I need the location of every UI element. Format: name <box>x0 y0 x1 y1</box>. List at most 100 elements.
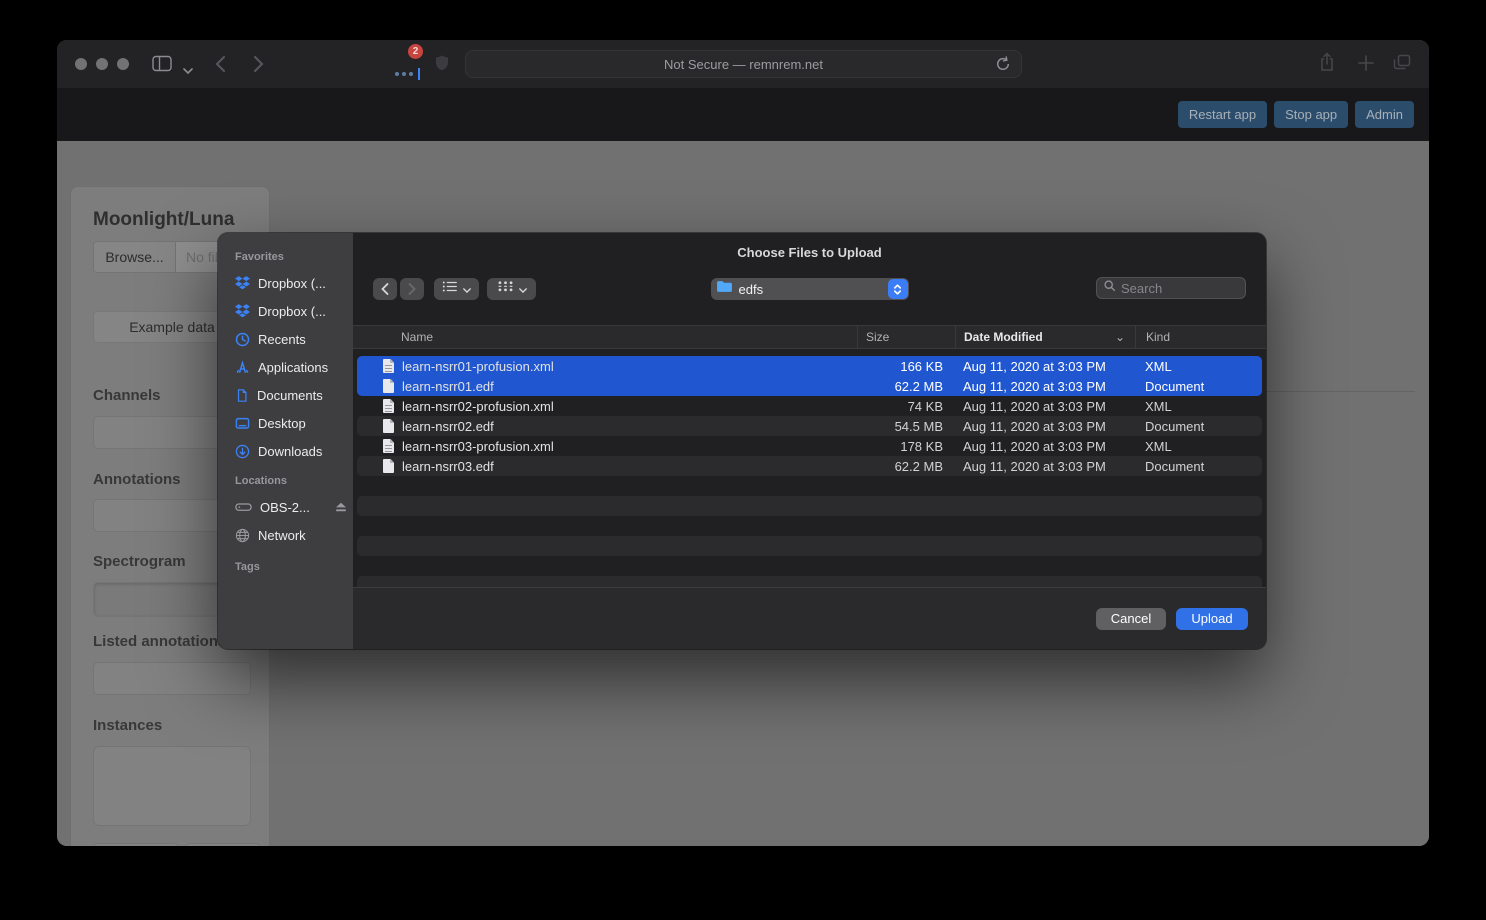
traffic-light-zoom[interactable] <box>117 58 129 70</box>
sidebar-item-applications[interactable]: Applications <box>235 353 353 381</box>
folder-icon <box>716 280 733 298</box>
folder-dropdown[interactable]: edfs <box>711 278 909 300</box>
new-tab-icon[interactable] <box>1357 54 1375 77</box>
sidebar-item-label: Network <box>258 528 306 543</box>
table-row[interactable]: learn-nsrr03.edf 62.2 MB Aug 11, 2020 at… <box>357 456 1262 476</box>
instances-label: Instances <box>93 717 162 734</box>
column-header-label: Date Modified <box>964 330 1043 344</box>
empty-row <box>357 536 1262 556</box>
file-name: learn-nsrr02-profusion.xml <box>402 399 554 414</box>
table-row[interactable]: learn-nsrr03-profusion.xml 178 KB Aug 11… <box>357 436 1262 456</box>
file-date: Aug 11, 2020 at 3:03 PM <box>955 439 1135 454</box>
stop-app-button[interactable]: Stop app <box>1274 101 1348 128</box>
table-row[interactable]: learn-nsrr01.edf 62.2 MB Aug 11, 2020 at… <box>357 376 1262 396</box>
column-header-size[interactable]: Size <box>857 326 955 348</box>
empty-row <box>357 556 1262 576</box>
file-date: Aug 11, 2020 at 3:03 PM <box>955 399 1135 414</box>
re-epoch-button[interactable]: Re-epoch <box>93 843 178 846</box>
file-size: 54.5 MB <box>857 419 955 434</box>
shield-icon[interactable] <box>435 54 449 76</box>
sidebar-item-dropbox-2[interactable]: Dropbox (... <box>235 297 353 325</box>
forward-icon[interactable] <box>253 55 264 78</box>
desktop-icon <box>235 416 250 431</box>
traffic-light-close[interactable] <box>75 58 87 70</box>
address-bar[interactable]: Not Secure — remnrem.net <box>465 50 1022 78</box>
appstore-icon <box>235 360 250 375</box>
upload-button[interactable]: Upload <box>1176 608 1248 630</box>
sidebar-item-recents[interactable]: Recents <box>235 325 353 353</box>
sidebar-item-dropbox-1[interactable]: Dropbox (... <box>235 269 353 297</box>
admin-button[interactable]: Admin <box>1355 101 1414 128</box>
spectrogram-label: Spectrogram <box>93 553 186 570</box>
locations-header: Locations <box>235 475 353 489</box>
file-kind: Document <box>1135 459 1262 474</box>
dialog-toolbar: edfs <box>373 277 1246 301</box>
traffic-light-minimize[interactable] <box>96 58 108 70</box>
empty-row <box>357 476 1262 496</box>
list-view-button[interactable] <box>434 278 479 300</box>
column-header-kind[interactable]: Kind <box>1135 326 1266 348</box>
tab-overview-icon[interactable] <box>1393 54 1411 75</box>
table-row[interactable]: learn-nsrr02.edf 54.5 MB Aug 11, 2020 at… <box>357 416 1262 436</box>
refresh-button[interactable]: Refresh <box>186 843 260 846</box>
tags-header: Tags <box>235 561 353 575</box>
column-header-date-modified[interactable]: Date Modified ⌄ <box>955 326 1135 348</box>
file-date: Aug 11, 2020 at 3:03 PM <box>955 419 1135 434</box>
dialog-back-button[interactable] <box>373 278 397 300</box>
table-row[interactable]: learn-nsrr01-profusion.xml 166 KB Aug 11… <box>357 356 1262 376</box>
file-date: Aug 11, 2020 at 3:03 PM <box>955 459 1135 474</box>
file-icon <box>383 459 394 473</box>
folder-name: edfs <box>739 282 764 297</box>
drive-icon <box>235 500 252 514</box>
sidebar-item-obs-drive[interactable]: OBS-2... <box>235 493 353 521</box>
sidebar-item-label: Downloads <box>258 444 322 459</box>
share-icon[interactable] <box>1319 52 1335 77</box>
dialog-sidebar: Favorites Dropbox (... Dropbox (... Rece… <box>218 233 353 649</box>
empty-row <box>357 516 1262 536</box>
file-size: 62.2 MB <box>857 459 955 474</box>
sidebar-item-desktop[interactable]: Desktop <box>235 409 353 437</box>
reload-icon[interactable] <box>995 56 1011 75</box>
file-name: learn-nsrr03.edf <box>402 459 494 474</box>
search-field[interactable] <box>1096 277 1246 299</box>
file-size: 74 KB <box>857 399 955 414</box>
sidebar-item-network[interactable]: Network <box>235 521 353 549</box>
group-view-button[interactable] <box>487 278 536 300</box>
restart-app-button[interactable]: Restart app <box>1178 101 1267 128</box>
table-row[interactable]: learn-nsrr02-profusion.xml 74 KB Aug 11,… <box>357 396 1262 416</box>
dialog-forward-button[interactable] <box>400 278 424 300</box>
back-icon[interactable] <box>215 55 226 78</box>
eject-icon[interactable] <box>335 502 347 513</box>
search-input[interactable] <box>1121 281 1239 296</box>
sidebar-item-downloads[interactable]: Downloads <box>235 437 353 465</box>
cancel-button[interactable]: Cancel <box>1096 608 1166 630</box>
chevron-down-icon <box>463 280 471 298</box>
chevron-down-icon[interactable] <box>183 61 193 79</box>
annotations-label: Annotations <box>93 471 181 488</box>
dropbox-icon <box>235 304 250 318</box>
grid-view-icon <box>497 280 514 298</box>
page-title: Moonlight/Luna <box>93 209 234 231</box>
sidebar-item-label: Dropbox (... <box>258 304 326 319</box>
address-bar-text: Not Secure — remnrem.net <box>664 57 823 72</box>
table-header: Name Size Date Modified ⌄ Kind <box>353 325 1266 349</box>
document-icon <box>235 388 249 403</box>
file-kind: XML <box>1135 439 1262 454</box>
file-name: learn-nsrr02.edf <box>402 419 494 434</box>
column-header-name[interactable]: Name <box>353 326 857 348</box>
file-list: learn-nsrr01-profusion.xml 166 KB Aug 11… <box>353 349 1266 587</box>
extensions-icon[interactable] <box>395 68 420 80</box>
sidebar-item-label: Desktop <box>258 416 306 431</box>
instances-box[interactable] <box>93 746 251 826</box>
sidebar-item-documents[interactable]: Documents <box>235 381 353 409</box>
empty-row <box>357 496 1262 516</box>
sidebar-item-label: Recents <box>258 332 306 347</box>
browse-button[interactable]: Browse... <box>93 241 176 273</box>
listed-annotations-select[interactable] <box>93 662 251 695</box>
sidebar-toggle-icon[interactable] <box>152 55 172 77</box>
file-icon <box>383 359 394 373</box>
clock-icon <box>235 332 250 347</box>
file-kind: Document <box>1135 419 1262 434</box>
file-date: Aug 11, 2020 at 3:03 PM <box>955 379 1135 394</box>
file-icon <box>383 379 394 393</box>
